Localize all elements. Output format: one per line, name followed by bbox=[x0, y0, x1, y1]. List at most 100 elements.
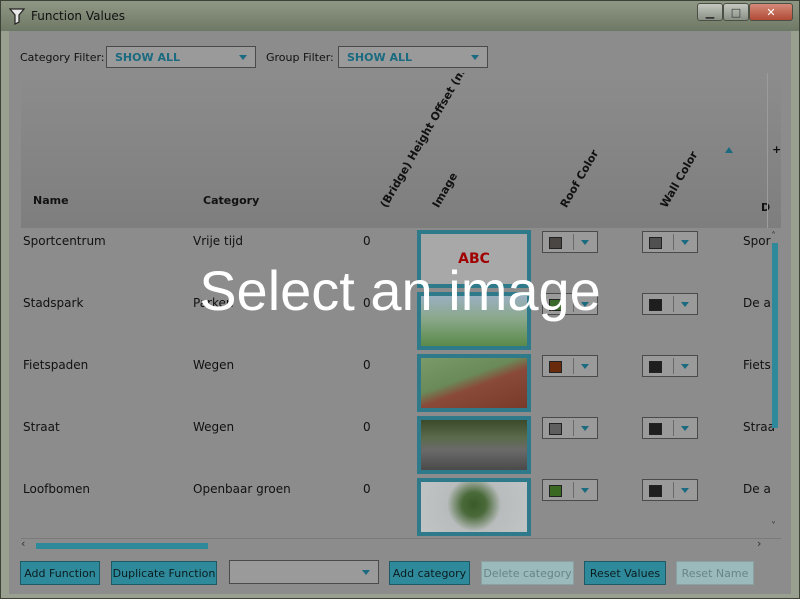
scroll-right-icon[interactable]: › bbox=[757, 537, 761, 550]
chevron-down-icon bbox=[239, 55, 247, 60]
roof-color-picker[interactable] bbox=[542, 355, 598, 377]
roof-color-swatch bbox=[549, 485, 562, 497]
horizontal-scroll-thumb[interactable] bbox=[36, 543, 208, 549]
table-row[interactable]: Fietspaden Wegen 0 Fiets bbox=[21, 352, 781, 415]
column-header-roof-color[interactable]: Roof Color bbox=[558, 148, 602, 210]
roof-color-picker[interactable] bbox=[542, 293, 598, 315]
window-controls: ▁ □ ✕ bbox=[697, 3, 793, 21]
image-thumbnail bbox=[421, 358, 527, 408]
column-header-name[interactable]: Name bbox=[33, 194, 69, 207]
cell-height-offset[interactable]: 0 bbox=[363, 482, 371, 496]
chevron-down-icon bbox=[581, 426, 589, 431]
add-category-button[interactable]: Add category bbox=[389, 561, 470, 585]
funnel-icon bbox=[9, 8, 25, 25]
chevron-down-icon bbox=[681, 302, 689, 307]
scroll-down-icon[interactable]: ˅ bbox=[771, 521, 776, 532]
category-filter-label: Category Filter: bbox=[20, 51, 105, 64]
cell-name: Fietspaden bbox=[23, 358, 89, 372]
title-bar[interactable]: Function Values ▁ □ ✕ bbox=[1, 1, 799, 31]
wall-color-picker[interactable] bbox=[642, 479, 698, 501]
chevron-down-icon bbox=[581, 302, 589, 307]
image-picker[interactable]: ABC bbox=[417, 230, 531, 288]
add-column-button[interactable]: + bbox=[772, 143, 781, 156]
roof-color-picker[interactable] bbox=[542, 479, 598, 501]
wall-color-swatch bbox=[649, 361, 662, 373]
roof-color-swatch bbox=[549, 237, 562, 249]
image-picker[interactable] bbox=[417, 354, 531, 412]
divider bbox=[673, 296, 674, 312]
image-picker[interactable] bbox=[417, 292, 531, 350]
category-filter-dropdown[interactable]: SHOW ALL bbox=[106, 46, 256, 68]
table-row[interactable]: Sportcentrum Vrije tijd 0 ABC Spor bbox=[21, 228, 781, 291]
cell-height-offset[interactable]: 0 bbox=[363, 358, 371, 372]
roof-color-swatch bbox=[549, 361, 562, 373]
function-values-grid: Name Category (Bridge) Height Offset (m)… bbox=[21, 73, 781, 539]
image-thumbnail: ABC bbox=[421, 234, 527, 284]
wall-color-swatch bbox=[649, 237, 662, 249]
column-header-category[interactable]: Category bbox=[203, 194, 259, 207]
chevron-down-icon bbox=[471, 55, 479, 60]
vertical-scrollbar[interactable]: ˄ ˅ bbox=[771, 231, 779, 539]
table-row[interactable]: Loofbomen Openbaar groen 0 De a bbox=[21, 476, 781, 539]
group-filter-dropdown[interactable]: SHOW ALL bbox=[338, 46, 488, 68]
chevron-down-icon bbox=[681, 240, 689, 245]
cell-height-offset[interactable]: 0 bbox=[363, 420, 371, 434]
close-button[interactable]: ✕ bbox=[749, 3, 793, 21]
dialog-client-area: Category Filter: SHOW ALL Group Filter: … bbox=[9, 31, 791, 594]
cell-name: Straat bbox=[23, 420, 60, 434]
column-header-next[interactable]: D bbox=[761, 201, 770, 214]
cell-category: Openbaar groen bbox=[193, 482, 291, 496]
cell-height-offset[interactable]: 0 bbox=[363, 234, 371, 248]
image-picker[interactable] bbox=[417, 416, 531, 474]
cell-category: Parken bbox=[193, 296, 234, 310]
divider bbox=[673, 358, 674, 374]
function-values-window: Function Values ▁ □ ✕ Category Filter: S… bbox=[0, 0, 800, 599]
window-title: Function Values bbox=[31, 9, 126, 23]
wall-color-picker[interactable] bbox=[642, 231, 698, 253]
roof-color-picker[interactable] bbox=[542, 417, 598, 439]
wall-color-picker[interactable] bbox=[642, 417, 698, 439]
cell-next-column: De a bbox=[743, 296, 771, 310]
chevron-down-icon bbox=[581, 240, 589, 245]
column-header-wall-color[interactable]: Wall Color bbox=[658, 149, 701, 210]
divider bbox=[673, 420, 674, 436]
reset-values-button[interactable]: Reset Values bbox=[584, 561, 666, 585]
function-dropdown[interactable] bbox=[229, 560, 379, 584]
scroll-left-icon[interactable]: ‹ bbox=[21, 537, 25, 550]
scroll-up-icon[interactable]: ˄ bbox=[771, 231, 776, 242]
horizontal-scrollbar[interactable]: ‹ › bbox=[21, 537, 773, 551]
category-filter-value: SHOW ALL bbox=[115, 51, 180, 64]
wall-color-swatch bbox=[649, 485, 662, 497]
chevron-down-icon bbox=[681, 426, 689, 431]
divider bbox=[573, 482, 574, 498]
add-function-button[interactable]: Add Function bbox=[20, 561, 100, 585]
minimize-button[interactable]: ▁ bbox=[697, 3, 723, 21]
column-header-image[interactable]: Image bbox=[430, 170, 460, 210]
column-header-height-offset[interactable]: (Bridge) Height Offset (m) bbox=[378, 73, 471, 210]
chevron-down-icon bbox=[581, 488, 589, 493]
cell-category: Vrije tijd bbox=[193, 234, 243, 248]
wall-color-picker[interactable] bbox=[642, 355, 698, 377]
roof-color-swatch bbox=[549, 299, 562, 311]
image-picker[interactable] bbox=[417, 478, 531, 536]
divider bbox=[673, 234, 674, 250]
roof-color-picker[interactable] bbox=[542, 231, 598, 253]
maximize-button[interactable]: □ bbox=[723, 3, 749, 21]
cell-height-offset[interactable]: 0 bbox=[363, 296, 371, 310]
reset-name-button[interactable]: Reset Name bbox=[676, 561, 754, 585]
divider bbox=[573, 420, 574, 436]
table-row[interactable]: Straat Wegen 0 Straa bbox=[21, 414, 781, 477]
table-row[interactable]: Stadspark Parken 0 De a bbox=[21, 290, 781, 353]
roof-color-swatch bbox=[549, 423, 562, 435]
chevron-down-icon bbox=[581, 364, 589, 369]
vertical-scroll-thumb[interactable] bbox=[772, 243, 778, 428]
divider bbox=[673, 482, 674, 498]
chevron-down-icon bbox=[362, 570, 370, 575]
image-thumbnail bbox=[421, 482, 527, 532]
wall-color-picker[interactable] bbox=[642, 293, 698, 315]
divider bbox=[573, 234, 574, 250]
delete-category-button[interactable]: Delete category bbox=[481, 561, 574, 585]
image-thumbnail bbox=[421, 296, 527, 346]
duplicate-function-button[interactable]: Duplicate Function bbox=[111, 561, 217, 585]
grid-header: Name Category (Bridge) Height Offset (m)… bbox=[21, 73, 781, 229]
